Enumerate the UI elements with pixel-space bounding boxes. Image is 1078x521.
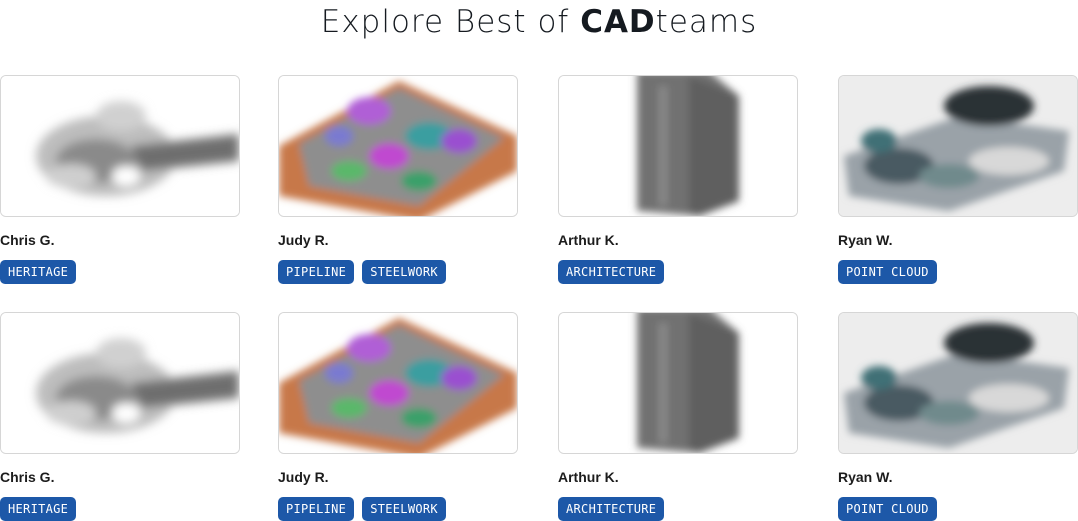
heritage-model-image [1, 76, 239, 216]
project-thumbnail[interactable] [278, 75, 518, 217]
tag-badge[interactable]: STEELWORK [362, 497, 446, 521]
tag-list: ARCHITECTURE [558, 497, 798, 521]
brand-name-bold: CAD [580, 4, 656, 40]
page-title-prefix: Explore Best of [320, 4, 581, 40]
author-name[interactable]: Arthur K. [558, 469, 798, 485]
project-thumbnail[interactable] [0, 75, 240, 217]
tag-badge[interactable]: STEELWORK [362, 260, 446, 284]
project-card[interactable]: Judy R. PIPELINE STEELWORK [278, 312, 518, 521]
tag-list: POINT CLOUD [838, 497, 1078, 521]
tag-badge[interactable]: POINT CLOUD [838, 260, 937, 284]
project-card[interactable]: Arthur K. ARCHITECTURE [558, 75, 798, 284]
tag-badge[interactable]: HERITAGE [0, 497, 77, 521]
project-card[interactable]: Chris G. HERITAGE [0, 312, 240, 521]
project-thumbnail[interactable] [558, 75, 798, 217]
tag-list: POINT CLOUD [838, 260, 1078, 284]
tag-list: ARCHITECTURE [558, 260, 798, 284]
pipeline-model-image [279, 76, 517, 216]
tag-list: PIPELINE STEELWORK [278, 497, 518, 521]
architecture-model-image [559, 76, 797, 216]
project-thumbnail[interactable] [558, 312, 798, 454]
project-thumbnail[interactable] [278, 312, 518, 454]
architecture-model-image [559, 313, 797, 453]
point-cloud-model-image [839, 76, 1077, 216]
project-card[interactable]: Chris G. HERITAGE [0, 75, 240, 284]
author-name[interactable]: Chris G. [0, 469, 240, 485]
tag-badge[interactable]: PIPELINE [278, 260, 355, 284]
author-name[interactable]: Chris G. [0, 232, 240, 248]
tag-badge[interactable]: ARCHITECTURE [558, 497, 665, 521]
page-title: Explore Best of CADteams [0, 2, 1078, 42]
heritage-model-image [1, 313, 239, 453]
project-thumbnail[interactable] [838, 312, 1078, 454]
project-thumbnail[interactable] [0, 312, 240, 454]
tag-list: HERITAGE [0, 260, 240, 284]
tag-badge[interactable]: PIPELINE [278, 497, 355, 521]
author-name[interactable]: Judy R. [278, 469, 518, 485]
tag-badge[interactable]: HERITAGE [0, 260, 77, 284]
pipeline-model-image [279, 313, 517, 453]
tag-list: HERITAGE [0, 497, 240, 521]
project-card[interactable]: Arthur K. ARCHITECTURE [558, 312, 798, 521]
author-name[interactable]: Judy R. [278, 232, 518, 248]
project-thumbnail[interactable] [838, 75, 1078, 217]
tag-badge[interactable]: POINT CLOUD [838, 497, 937, 521]
tag-list: PIPELINE STEELWORK [278, 260, 518, 284]
point-cloud-model-image [839, 313, 1077, 453]
project-card[interactable]: Ryan W. POINT CLOUD [838, 312, 1078, 521]
author-name[interactable]: Ryan W. [838, 232, 1078, 248]
tag-badge[interactable]: ARCHITECTURE [558, 260, 665, 284]
project-card[interactable]: Judy R. PIPELINE STEELWORK [278, 75, 518, 284]
brand-name-rest: teams [655, 4, 758, 40]
author-name[interactable]: Arthur K. [558, 232, 798, 248]
author-name[interactable]: Ryan W. [838, 469, 1078, 485]
project-card[interactable]: Ryan W. POINT CLOUD [838, 75, 1078, 284]
